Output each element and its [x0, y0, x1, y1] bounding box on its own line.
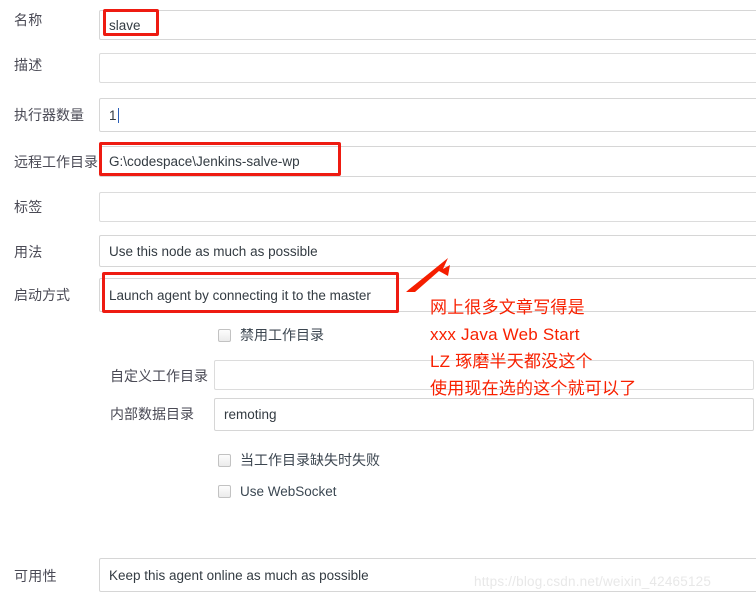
form-row-usage: 用法 Use this node as much as possible: [0, 235, 756, 284]
label-availability: 可用性: [14, 568, 57, 584]
csdn-watermark: https://blog.csdn.net/weixin_42465125: [474, 574, 712, 589]
form-row-name: 名称 slave: [0, 0, 756, 48]
input-internal-data-dir-value: remoting: [224, 407, 277, 422]
checkbox-label-fail-if-workdir-missing: 当工作目录缺失时失败: [240, 452, 380, 468]
checkbox-label-disable-workdir: 禁用工作目录: [240, 327, 324, 343]
input-remote-root-dir[interactable]: G:\codespace\Jenkins-salve-wp: [99, 146, 756, 177]
form-row-remote-root-dir: 远程工作目录 G:\codespace\Jenkins-salve-wp: [0, 144, 756, 192]
select-usage-value: Use this node as much as possible: [109, 243, 318, 259]
form-row-description: 描述: [0, 48, 756, 96]
label-name: 名称: [14, 12, 43, 28]
select-usage[interactable]: Use this node as much as possible: [99, 235, 756, 267]
checkbox-fail-if-workdir-missing[interactable]: [218, 453, 231, 467]
input-executors[interactable]: 1: [99, 98, 756, 132]
form-row-custom-workdir: 自定义工作目录: [0, 355, 756, 399]
annotation-line-3: LZ 琢磨半天都没这个: [430, 352, 593, 371]
label-launch-method: 启动方式: [14, 287, 70, 303]
select-launch-method-value: Launch agent by connecting it to the mas…: [109, 287, 371, 303]
annotation-line-4: 使用现在选的这个就可以了: [430, 379, 637, 398]
checkbox-disable-workdir[interactable]: [218, 328, 231, 342]
input-description[interactable]: [99, 53, 756, 83]
input-name-value: slave: [109, 17, 141, 33]
checkbox-row-fail-if-workdir-missing[interactable]: 当工作目录缺失时失败: [218, 450, 380, 470]
label-custom-workdir: 自定义工作目录: [110, 368, 208, 384]
select-availability-value: Keep this agent online as much as possib…: [109, 567, 369, 583]
checkbox-label-use-websocket: Use WebSocket: [240, 484, 337, 499]
checkbox-use-websocket[interactable]: [218, 485, 231, 498]
form-row-launch-method: 启动方式 Launch agent by connecting it to th…: [0, 278, 756, 332]
input-executors-value: 1: [109, 107, 117, 123]
label-labels: 标签: [14, 199, 43, 215]
checkbox-row-disable-workdir[interactable]: 禁用工作目录: [218, 325, 324, 345]
red-annotation-text: 网上很多文章写得是 xxx Java Web Start LZ 琢磨半天都没这个…: [430, 294, 636, 402]
annotation-line-2: xxx Java Web Start: [430, 325, 580, 344]
form-row-labels: 标签: [0, 188, 756, 236]
checkbox-row-use-websocket[interactable]: Use WebSocket: [218, 484, 337, 499]
input-name[interactable]: slave: [99, 10, 756, 40]
annotation-line-1: 网上很多文章写得是: [430, 298, 585, 317]
input-internal-data-dir[interactable]: remoting: [214, 398, 754, 431]
form-row-internal-data-dir: 内部数据目录 remoting: [0, 398, 756, 443]
input-labels[interactable]: [99, 192, 756, 222]
label-internal-data-dir: 内部数据目录: [110, 406, 194, 422]
label-executors: 执行器数量: [14, 107, 84, 123]
text-caret: [117, 107, 119, 123]
select-launch-method[interactable]: Launch agent by connecting it to the mas…: [99, 278, 756, 312]
input-remote-root-dir-value: G:\codespace\Jenkins-salve-wp: [109, 154, 300, 169]
form-row-executors: 执行器数量 1: [0, 96, 756, 144]
jenkins-node-config-form: 名称 slave 描述 执行器数量 1 远程工作目录 G:\codespace\…: [0, 0, 756, 602]
label-usage: 用法: [14, 244, 43, 260]
label-remote-root-dir: 远程工作目录: [14, 154, 98, 170]
label-description: 描述: [14, 57, 43, 73]
